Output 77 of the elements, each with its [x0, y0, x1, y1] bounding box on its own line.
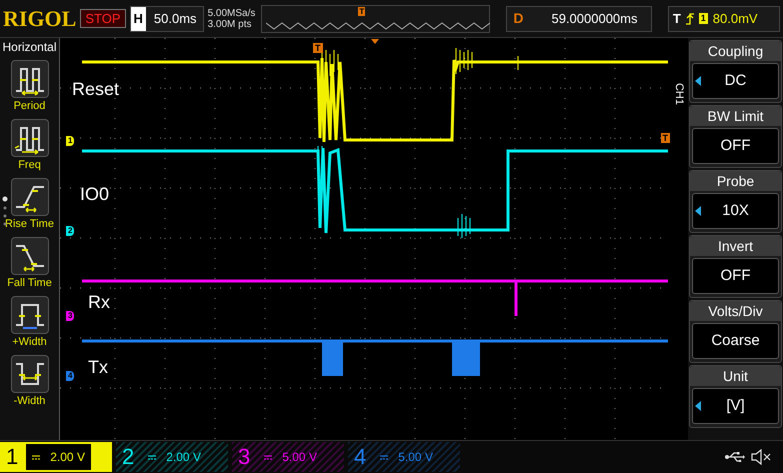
menu-item-value: OFF	[720, 266, 750, 286]
timebase-value: 50.0ms	[154, 10, 197, 28]
dc-coupling-icon	[264, 454, 272, 460]
measure-button[interactable]	[10, 296, 48, 334]
trace-label: Reset	[72, 78, 120, 100]
trigger-level: 80.0mV	[712, 10, 758, 28]
menu-title: Horizontal	[2, 39, 57, 55]
menu-item-value: [V]	[726, 396, 745, 416]
waveform-overview-icon	[266, 22, 490, 30]
trigger-position-marker: T	[358, 6, 366, 16]
menu-item-title: BW Limit	[690, 106, 781, 126]
measure-button[interactable]	[10, 355, 48, 393]
trigger-source: 1	[698, 13, 708, 24]
channel-scale: 2.00 V	[166, 449, 201, 466]
measure-label: Fall Time	[7, 276, 52, 291]
trigger-panel[interactable]: T 1 80.0mV	[668, 6, 780, 32]
channel-scale: 5.00 V	[398, 449, 433, 466]
menu-item-title: Unit	[690, 366, 781, 386]
channel-marker[interactable]: 4	[66, 371, 74, 381]
menu-item[interactable]: BW Limit OFF	[689, 105, 782, 168]
channel-number: 3	[238, 446, 250, 468]
channel-tab[interactable]: 3 5.00 V	[232, 442, 344, 472]
menu-item-title: Invert	[690, 236, 781, 256]
measure-label: Period	[14, 99, 46, 114]
brand-logo: RIGOL	[3, 8, 76, 30]
measure-label: -Width	[14, 394, 46, 409]
channel-number: 2	[122, 446, 134, 468]
trace-label: Tx	[88, 356, 108, 378]
measure-button[interactable]	[10, 178, 48, 216]
memory-depth: 3.00M pts	[208, 18, 252, 30]
trace-label: Rx	[88, 291, 110, 313]
channel-scale: 2.00 V	[50, 449, 85, 466]
measure-label: +Width	[12, 335, 47, 350]
run-status[interactable]: STOP	[80, 9, 126, 28]
channel-title: CH1	[673, 83, 685, 105]
timebase-panel[interactable]: H 50.0ms	[130, 6, 204, 32]
menu-item[interactable]: Invert OFF	[689, 235, 782, 298]
menu-item-value: 10X	[722, 200, 749, 221]
menu-item-title: Probe	[690, 171, 781, 191]
measure-label: Freq	[18, 158, 41, 173]
delay-panel[interactable]: D 59.0000000ms	[506, 6, 652, 32]
menu-item[interactable]: Probe 10X	[689, 170, 782, 233]
measure-button[interactable]	[10, 60, 48, 98]
sample-rate: 5.00MSa/s	[208, 8, 256, 18]
dc-coupling-icon	[32, 454, 40, 460]
dc-coupling-icon	[148, 454, 156, 460]
trigger-level-marker: T	[660, 133, 670, 143]
channel-marker[interactable]: 1	[66, 136, 74, 146]
mute-icon	[751, 449, 771, 465]
measure-button[interactable]	[10, 119, 48, 157]
horizontal-label: H	[130, 6, 146, 30]
rising-edge-icon	[686, 12, 694, 24]
usb-icon	[725, 452, 745, 462]
menu-item-title: Volts/Div	[690, 301, 781, 321]
channel-scale: 5.00 V	[282, 449, 317, 466]
channel-number: 1	[6, 446, 18, 468]
trigger-position-marker: T	[313, 43, 322, 53]
dc-coupling-icon	[380, 454, 388, 460]
channel-tab[interactable]: 2 2.00 V	[116, 442, 228, 472]
menu-item[interactable]: Unit [V]	[689, 365, 782, 428]
menu-item-title: Coupling	[690, 41, 781, 61]
delay-label: D	[512, 9, 524, 28]
menu-item-value: DC	[724, 70, 746, 91]
menu-item[interactable]: Coupling DC	[689, 40, 782, 103]
channel-marker[interactable]: 3	[66, 311, 74, 321]
trigger-label: T	[672, 10, 681, 28]
trace-label: IO0	[80, 183, 110, 205]
channel-number: 4	[354, 446, 366, 468]
channel-marker[interactable]: 2	[66, 226, 74, 236]
delay-value: 59.0000000ms	[551, 10, 638, 28]
measure-button[interactable]	[10, 237, 48, 275]
measure-label: Rise Time	[5, 217, 54, 232]
menu-item[interactable]: Volts/Div Coarse	[689, 300, 782, 363]
channel-tab[interactable]: 1 2.00 V	[0, 442, 112, 472]
menu-item-value: Coarse	[711, 330, 760, 351]
channel-tab[interactable]: 4 5.00 V	[348, 442, 460, 472]
menu-item-value: OFF	[720, 136, 750, 156]
